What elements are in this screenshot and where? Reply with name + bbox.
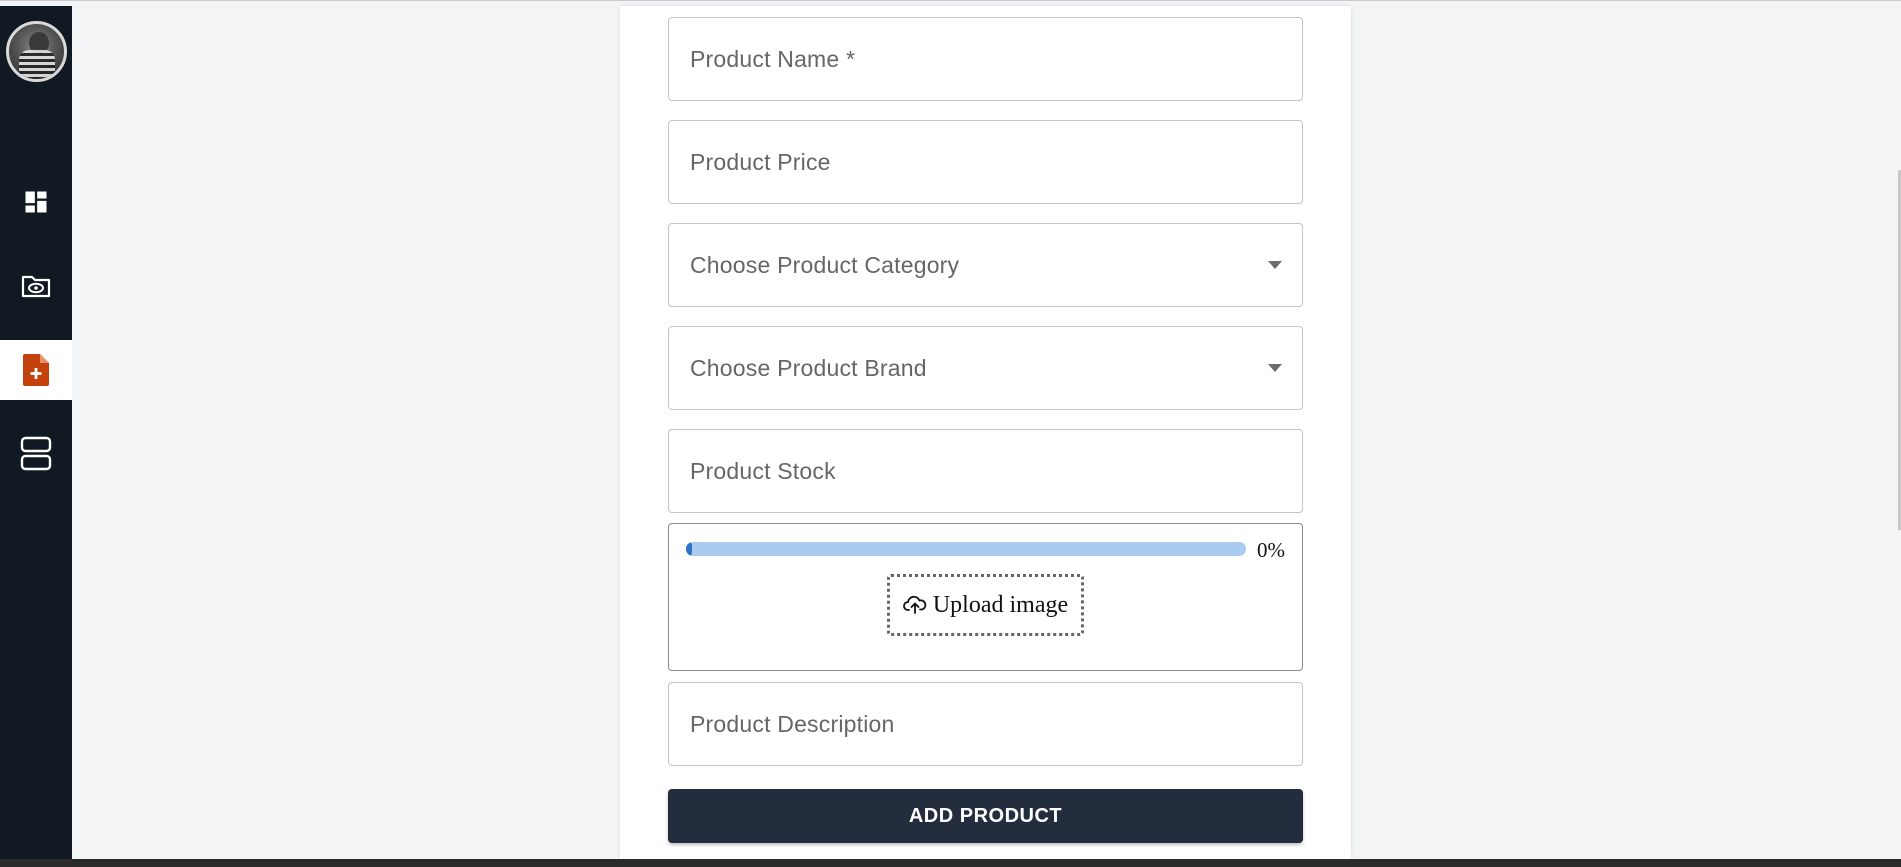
product-price-placeholder: Product Price xyxy=(690,148,831,175)
sidebar-item-view[interactable] xyxy=(0,256,72,316)
product-description-placeholder: Product Description xyxy=(690,710,895,737)
product-price-field[interactable]: Product Price xyxy=(668,120,1303,204)
layout-rows-icon xyxy=(20,436,52,471)
add-document-icon xyxy=(23,354,49,386)
product-category-placeholder: Choose Product Category xyxy=(690,251,960,278)
sidebar-item-dashboard[interactable] xyxy=(0,172,72,232)
add-product-button[interactable]: ADD PRODUCT xyxy=(668,789,1303,843)
avatar[interactable] xyxy=(6,21,67,82)
product-name-field[interactable]: Product Name * xyxy=(668,17,1303,101)
product-stock-placeholder: Product Stock xyxy=(690,457,836,484)
product-name-placeholder: Product Name * xyxy=(690,45,856,72)
avatar-shirt xyxy=(19,50,55,79)
upload-progress-text: 0% xyxy=(1257,538,1285,562)
bottom-bar xyxy=(0,859,1901,867)
chevron-down-icon xyxy=(1268,261,1282,269)
upload-progress-bar xyxy=(686,542,1246,556)
add-product-form: Product Name * Product Price Choose Prod… xyxy=(620,6,1351,859)
upload-image-label: Upload image xyxy=(932,591,1069,618)
product-brand-select[interactable]: Choose Product Brand xyxy=(668,326,1303,410)
cloud-upload-icon xyxy=(902,595,927,614)
sidebar-item-layout[interactable] xyxy=(0,424,72,484)
add-product-label: ADD PRODUCT xyxy=(908,804,1063,827)
product-description-field[interactable]: Product Description xyxy=(668,682,1303,766)
image-upload-box: 0% Upload image xyxy=(668,523,1303,671)
product-brand-placeholder: Choose Product Brand xyxy=(690,354,927,381)
sidebar-item-add-product[interactable] xyxy=(0,340,72,400)
dashboard-icon xyxy=(25,191,47,213)
folder-eye-icon xyxy=(21,275,51,298)
product-stock-field[interactable]: Product Stock xyxy=(668,429,1303,513)
chevron-down-icon xyxy=(1268,364,1282,372)
upload-progress-fill xyxy=(686,542,692,556)
product-category-select[interactable]: Choose Product Category xyxy=(668,223,1303,307)
sidebar xyxy=(0,6,72,859)
upload-image-button[interactable]: Upload image xyxy=(887,574,1084,636)
